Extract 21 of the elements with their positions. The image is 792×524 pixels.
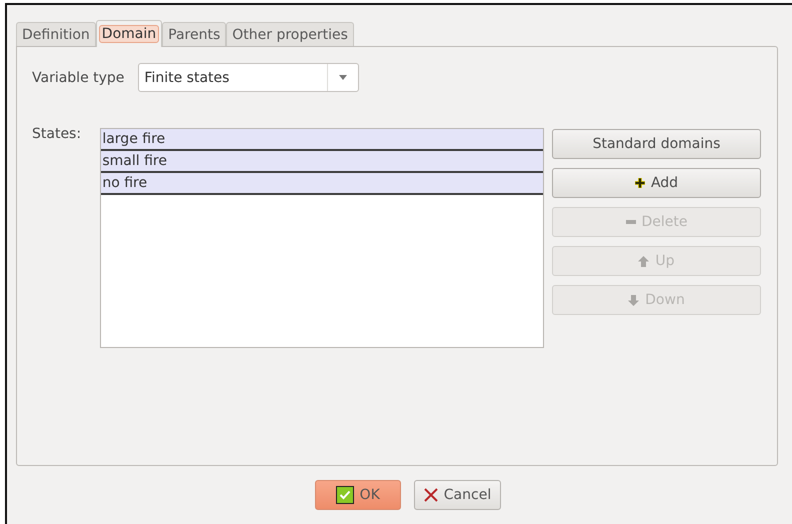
side-button[interactable]: Add <box>552 168 761 198</box>
down-arrow-icon <box>628 294 640 306</box>
variable-type-dropdown[interactable]: Finite states <box>138 63 360 92</box>
list-item[interactable]: large fire <box>101 129 543 151</box>
list-item[interactable]: no fire <box>101 173 543 195</box>
plus-icon <box>634 178 645 188</box>
list-item[interactable]: small fire <box>101 151 543 173</box>
tab[interactable]: Other properties <box>226 22 354 46</box>
dialog-button[interactable]: Cancel <box>414 480 502 510</box>
field-label: States: <box>32 126 82 142</box>
dialog-button[interactable]: OK <box>314 480 401 510</box>
close-icon <box>424 488 438 502</box>
side-button[interactable]: Standard domains <box>552 129 761 159</box>
minus-icon <box>626 220 636 224</box>
tab[interactable]: Definition <box>16 22 96 46</box>
tab[interactable]: Domain <box>96 20 162 47</box>
tab[interactable]: Parents <box>162 22 226 46</box>
up-arrow-icon <box>638 256 650 266</box>
checkbox-icon <box>336 486 354 504</box>
field-label: Variable type <box>32 70 124 86</box>
dropdown-arrow-icon <box>339 75 348 80</box>
